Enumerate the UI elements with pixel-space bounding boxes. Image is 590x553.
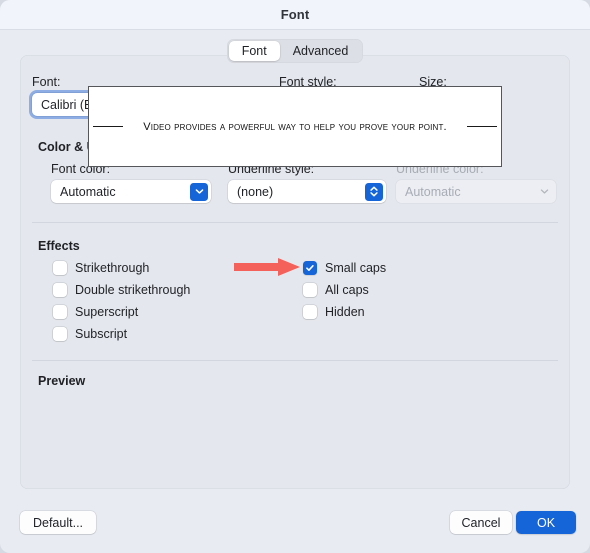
chevron-down-icon bbox=[535, 183, 553, 201]
underline-style-dropdown-value: (none) bbox=[237, 184, 274, 199]
checkbox-label: Hidden bbox=[325, 305, 365, 319]
tab-bar: Font Advanced bbox=[0, 30, 590, 63]
divider-preview bbox=[32, 360, 558, 361]
preview-line: Video provides a powerful way to help yo… bbox=[89, 121, 501, 133]
font-color-dropdown[interactable]: Automatic bbox=[51, 180, 211, 203]
checkbox-small-caps[interactable]: Small caps bbox=[303, 261, 386, 275]
cancel-button[interactable]: Cancel bbox=[450, 511, 512, 534]
tab-advanced[interactable]: Advanced bbox=[280, 41, 362, 61]
checkbox-label: Double strikethrough bbox=[75, 283, 191, 297]
checkbox-hidden[interactable]: Hidden bbox=[303, 305, 365, 319]
checkbox-strikethrough[interactable]: Strikethrough bbox=[53, 261, 149, 275]
dialog-footer: Default... Cancel OK bbox=[0, 499, 590, 553]
titlebar: Font bbox=[0, 0, 590, 30]
font-dialog-window: Font Font Advanced Font: Calibri (Body) … bbox=[0, 0, 590, 553]
checkbox-label: All caps bbox=[325, 283, 369, 297]
checkbox-box-checked bbox=[303, 261, 317, 275]
underline-style-field-group: Underline style: (none) bbox=[228, 162, 386, 203]
underline-style-dropdown[interactable]: (none) bbox=[228, 180, 386, 203]
checkbox-label: Subscript bbox=[75, 327, 128, 341]
effects-heading: Effects bbox=[38, 239, 80, 253]
checkbox-box bbox=[53, 261, 67, 275]
tab-group: Font Advanced bbox=[226, 39, 364, 63]
tab-font[interactable]: Font bbox=[228, 41, 280, 61]
ok-button[interactable]: OK bbox=[516, 511, 576, 534]
checkbox-label: Superscript bbox=[75, 305, 139, 319]
checkbox-superscript[interactable]: Superscript bbox=[53, 305, 138, 319]
default-button[interactable]: Default... bbox=[20, 511, 96, 534]
preview-rule-right bbox=[467, 126, 497, 127]
checkbox-box bbox=[303, 283, 317, 297]
underline-color-dropdown: Automatic bbox=[396, 180, 556, 203]
window-title: Font bbox=[280, 7, 310, 22]
checkbox-box bbox=[53, 283, 67, 297]
underline-color-dropdown-value: Automatic bbox=[405, 184, 461, 199]
preview-box: Video provides a powerful way to help yo… bbox=[88, 86, 502, 167]
preview-text: Video provides a powerful way to help yo… bbox=[143, 120, 447, 133]
divider-effects bbox=[32, 222, 558, 223]
checkbox-double-strikethrough[interactable]: Double strikethrough bbox=[53, 283, 190, 297]
checkbox-box bbox=[53, 327, 67, 341]
font-settings-panel: Font: Calibri (Body) Font style: Regular… bbox=[20, 55, 570, 489]
preview-heading: Preview bbox=[38, 374, 86, 388]
checkbox-subscript[interactable]: Subscript bbox=[53, 327, 127, 341]
chevron-down-icon bbox=[190, 182, 208, 201]
checkbox-box bbox=[53, 305, 67, 319]
checkbox-box bbox=[303, 305, 317, 319]
preview-rule-left bbox=[93, 126, 123, 127]
checkbox-all-caps[interactable]: All caps bbox=[303, 283, 369, 297]
font-color-field-group: Font color: Automatic bbox=[51, 162, 211, 203]
checkbox-label: Strikethrough bbox=[75, 261, 150, 275]
font-color-dropdown-value: Automatic bbox=[60, 184, 116, 199]
chevron-up-down-icon bbox=[365, 182, 383, 201]
checkbox-label: Small caps bbox=[325, 261, 387, 275]
underline-color-field-group: Underline color: Automatic bbox=[396, 162, 556, 203]
